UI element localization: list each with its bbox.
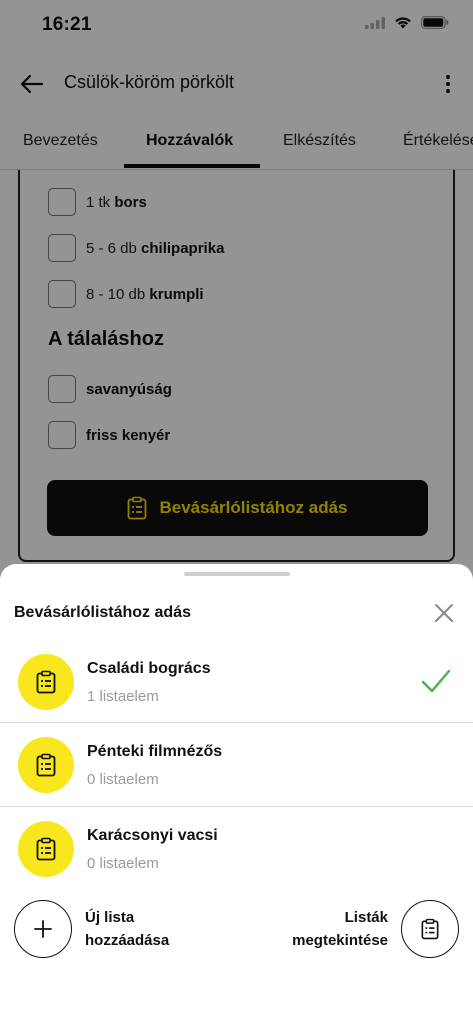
view-lists-label-line: Listák	[344, 909, 388, 926]
new-list-label-line: Új lista	[85, 909, 135, 926]
view-lists-label-line: megtekintése	[292, 932, 388, 949]
clipboard-icon	[36, 670, 56, 694]
shopping-list-item[interactable]: Karácsonyi vacsi 0 listaelem	[0, 807, 473, 891]
view-lists-button[interactable]	[401, 900, 459, 958]
clipboard-icon	[36, 837, 56, 861]
list-avatar	[18, 821, 74, 877]
list-item-count: 1 listaelem	[87, 688, 159, 705]
shopping-list-item[interactable]: Családi bogrács 1 listaelem	[0, 640, 473, 724]
shopping-list-item[interactable]: Pénteki filmnézős 0 listaelem	[0, 723, 473, 807]
list-item-count: 0 listaelem	[87, 855, 159, 872]
new-list-label[interactable]: Új lista hozzáadása	[85, 906, 169, 952]
list-avatar	[18, 737, 74, 793]
list-name: Pénteki filmnézős	[87, 743, 223, 760]
bottom-sheet: Bevásárlólistához adás Családi bogrács 1…	[0, 564, 473, 1024]
checkmark-icon	[421, 669, 451, 693]
view-lists-label[interactable]: Listák megtekintése	[292, 906, 388, 952]
new-list-label-line: hozzáadása	[85, 932, 170, 949]
list-item-count: 0 listaelem	[87, 771, 159, 788]
clipboard-icon	[36, 753, 56, 777]
sheet-title: Bevásárlólistához adás	[14, 604, 191, 621]
clipboard-icon	[421, 918, 439, 940]
new-list-button[interactable]	[14, 900, 72, 958]
list-avatar	[18, 654, 74, 710]
close-icon	[435, 604, 453, 622]
sheet-actions: Új lista hozzáadása Listák megtekintése	[0, 900, 473, 980]
plus-icon	[34, 920, 52, 938]
sheet-grabber[interactable]	[184, 572, 290, 576]
list-name: Karácsonyi vacsi	[87, 827, 218, 844]
list-name: Családi bogrács	[87, 660, 211, 677]
close-button[interactable]	[431, 600, 457, 626]
